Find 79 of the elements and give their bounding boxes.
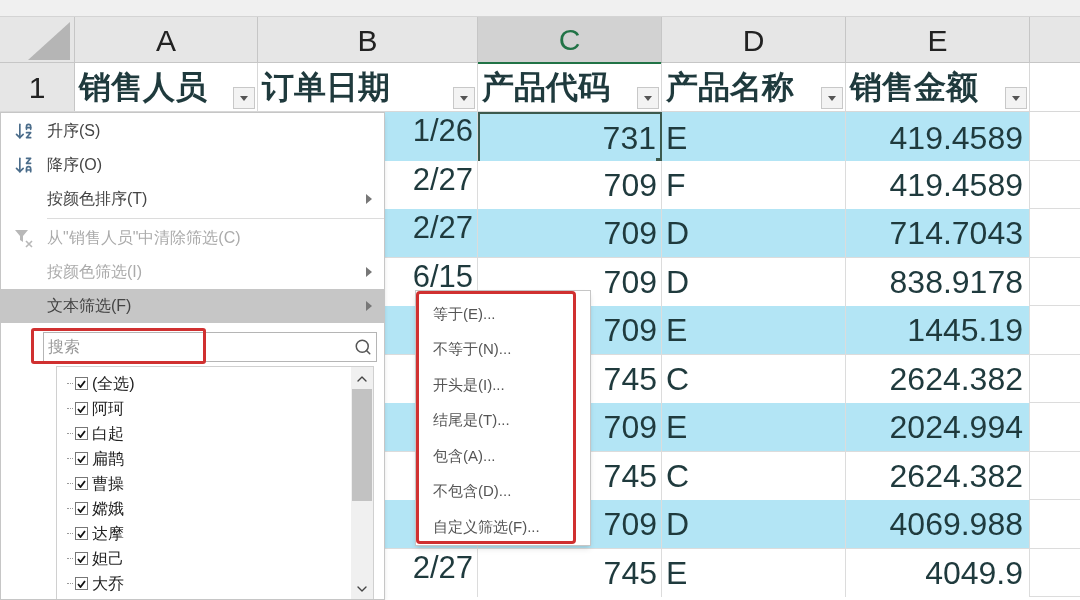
table-cell: F bbox=[662, 160, 846, 209]
table-cell: C bbox=[662, 354, 846, 403]
table-cell: C bbox=[662, 451, 846, 500]
checkbox-label: 扁鹊 bbox=[92, 448, 124, 469]
filter-dropdown-button[interactable] bbox=[637, 87, 659, 109]
filter-dropdown-button[interactable] bbox=[821, 87, 843, 109]
filter-dropdown-button[interactable] bbox=[1005, 87, 1027, 109]
checkbox-label: 白起 bbox=[92, 423, 124, 444]
table-cell: 2624.382 bbox=[846, 354, 1030, 403]
table-cell: 4069.988 bbox=[846, 500, 1030, 548]
caret-icon bbox=[240, 95, 248, 101]
menu-item[interactable]: 文本筛选(F) bbox=[1, 289, 384, 323]
table-cell: 714.7043 bbox=[846, 209, 1030, 257]
table-header-cell-text: 销售人员 bbox=[79, 68, 207, 107]
checkbox-label: 阿珂 bbox=[92, 398, 124, 419]
table-cell: E bbox=[662, 548, 846, 597]
table-cell: 709 bbox=[478, 160, 662, 209]
table-cell: D bbox=[662, 209, 846, 257]
checkmark-icon bbox=[77, 504, 86, 513]
table-cell: D bbox=[662, 500, 846, 548]
checkmark-icon bbox=[77, 379, 86, 388]
table-cell: E bbox=[662, 306, 846, 354]
table-cell: 419.4589 bbox=[846, 160, 1030, 209]
checkbox[interactable] bbox=[75, 502, 88, 515]
table-header-cell-text: 销售金额 bbox=[850, 68, 978, 107]
table-cell: E bbox=[662, 112, 846, 164]
caret-icon bbox=[644, 95, 652, 101]
checkmark-icon bbox=[77, 554, 86, 563]
column-header[interactable]: C bbox=[558, 17, 581, 62]
search-icon bbox=[354, 338, 372, 356]
clear-filter-icon bbox=[14, 228, 34, 248]
table-header-cell-text: 产品代码 bbox=[482, 68, 610, 107]
row-number: 1 bbox=[28, 69, 46, 106]
checkmark-icon bbox=[77, 404, 86, 413]
caret-icon bbox=[460, 95, 468, 101]
table-cell: E bbox=[662, 403, 846, 451]
checkmark-icon bbox=[77, 454, 86, 463]
column-header[interactable]: E bbox=[927, 18, 948, 63]
column-header[interactable]: B bbox=[357, 18, 378, 63]
column-header[interactable]: A bbox=[156, 18, 176, 63]
search-field[interactable]: 搜索 bbox=[43, 332, 377, 362]
table-cell: 2024.994 bbox=[846, 403, 1030, 451]
table-cell: 419.4589 bbox=[846, 112, 1030, 164]
checkbox-label: 嫦娥 bbox=[92, 498, 124, 519]
checkbox[interactable] bbox=[75, 402, 88, 415]
table-header-cell-text: 产品名称 bbox=[666, 68, 794, 107]
checkbox[interactable] bbox=[75, 452, 88, 465]
filter-dropdown-button[interactable] bbox=[233, 87, 255, 109]
table-cell: 2624.382 bbox=[846, 451, 1030, 500]
column-header[interactable]: D bbox=[742, 18, 765, 63]
checkbox-label: 妲己 bbox=[92, 548, 124, 569]
table-cell: 745 bbox=[478, 548, 662, 597]
scrollbar[interactable] bbox=[351, 367, 373, 599]
checkmark-icon bbox=[77, 529, 86, 538]
table-cell: 731 bbox=[478, 112, 662, 164]
checkbox-label: 达摩 bbox=[92, 523, 124, 544]
checkbox-label: 曹操 bbox=[92, 473, 124, 494]
checkbox[interactable] bbox=[75, 477, 88, 490]
checkbox[interactable] bbox=[75, 527, 88, 540]
checkmark-icon bbox=[77, 579, 86, 588]
table-header-cell-text: 订单日期 bbox=[262, 68, 390, 107]
checkbox[interactable] bbox=[75, 577, 88, 590]
table-cell: D bbox=[662, 257, 846, 306]
table-cell: 4049.9 bbox=[846, 548, 1030, 597]
checkmark-icon bbox=[77, 429, 86, 438]
checkbox[interactable] bbox=[75, 377, 88, 390]
table-cell: 709 bbox=[478, 209, 662, 257]
caret-icon bbox=[828, 95, 836, 101]
sort-descending-icon bbox=[14, 155, 34, 175]
checkbox-label: (全选) bbox=[92, 373, 135, 394]
checkbox-label: 大乔 bbox=[92, 573, 124, 594]
checkbox[interactable] bbox=[75, 427, 88, 440]
filter-dropdown-button[interactable] bbox=[453, 87, 475, 109]
table-cell: 1445.19 bbox=[846, 306, 1030, 354]
caret-icon bbox=[1012, 95, 1020, 101]
sort-ascending-icon bbox=[14, 121, 34, 141]
checkmark-icon bbox=[77, 479, 86, 488]
table-cell: 838.9178 bbox=[846, 257, 1030, 306]
checkbox[interactable] bbox=[75, 552, 88, 565]
